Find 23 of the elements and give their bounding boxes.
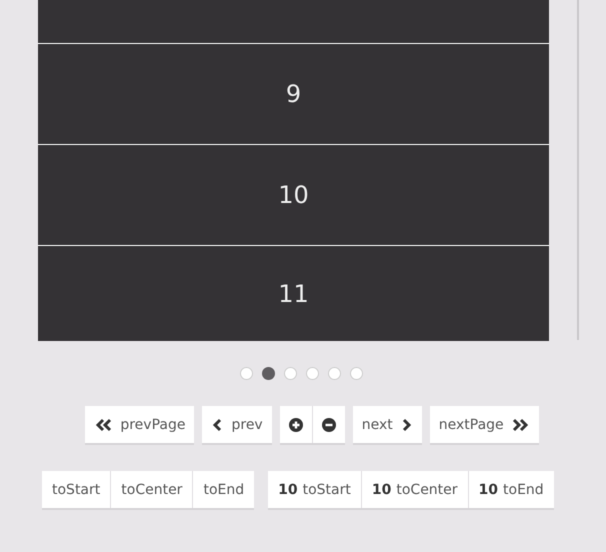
nav-button[interactable]: nextPage [430,406,539,443]
pagination-dot[interactable] [240,367,252,380]
pagination-dot[interactable] [262,367,274,380]
plus-circle-icon [288,418,303,432]
pagination-dot[interactable] [350,367,362,380]
slide-number: 10 [278,181,309,209]
nav-button[interactable]: toCenter [111,471,192,508]
nav-button[interactable]: next [352,406,422,443]
nav-button[interactable]: prevPage [85,406,194,443]
pagination-dot[interactable] [284,367,296,380]
pagination-dot[interactable] [306,367,318,380]
nav-button[interactable]: 10 toStart [268,471,361,508]
nav-button[interactable]: toStart [42,471,110,508]
minus-circle-icon [322,418,336,432]
nav-button[interactable] [280,406,312,443]
nav-button[interactable]: 10 toCenter [362,471,468,508]
nav-button[interactable]: 10 toEnd [468,471,554,508]
nav-button[interactable] [312,406,345,443]
slide-number: 9 [286,80,302,108]
nav-button[interactable]: prev [202,406,272,443]
nav-button[interactable]: toEnd [193,471,254,508]
slide-number: 11 [278,280,309,308]
pagination-dot[interactable] [328,367,340,380]
